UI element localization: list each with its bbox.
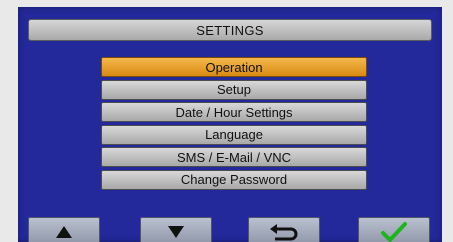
back-button[interactable] bbox=[248, 217, 320, 242]
menu-item-label: Date / Hour Settings bbox=[175, 104, 293, 120]
menu-item-label: Language bbox=[205, 127, 263, 142]
page-title-label: SETTINGS bbox=[196, 22, 264, 38]
confirm-button[interactable] bbox=[358, 217, 430, 242]
menu-item-operation[interactable]: Operation bbox=[101, 57, 367, 77]
menu-item-label: SMS / E-Mail / VNC bbox=[176, 149, 292, 165]
menu-item-label: Operation bbox=[205, 59, 263, 75]
up-triangle-icon bbox=[56, 226, 72, 238]
menu-item-setup[interactable]: Setup bbox=[101, 79, 367, 100]
menu-item-sms-email-vnc[interactable]: SMS / E-Mail / VNC bbox=[101, 147, 367, 167]
checkmark-icon bbox=[381, 222, 407, 242]
menu-item-label: Setup bbox=[217, 82, 251, 97]
down-triangle-icon bbox=[168, 226, 184, 238]
hmi-screen: SETTINGS Operation Setup Date / Hour Set… bbox=[18, 7, 442, 242]
down-button[interactable] bbox=[140, 217, 212, 242]
menu-item-label: Change Password bbox=[180, 172, 288, 187]
settings-menu: Operation Setup Date / Hour Settings Lan… bbox=[101, 57, 367, 192]
menu-item-language[interactable]: Language bbox=[101, 124, 367, 145]
menu-item-date-hour-settings[interactable]: Date / Hour Settings bbox=[101, 102, 367, 122]
up-button[interactable] bbox=[28, 217, 100, 242]
menu-item-change-password[interactable]: Change Password bbox=[101, 169, 367, 190]
page-title: SETTINGS bbox=[28, 19, 432, 41]
return-arrow-icon bbox=[270, 224, 298, 241]
